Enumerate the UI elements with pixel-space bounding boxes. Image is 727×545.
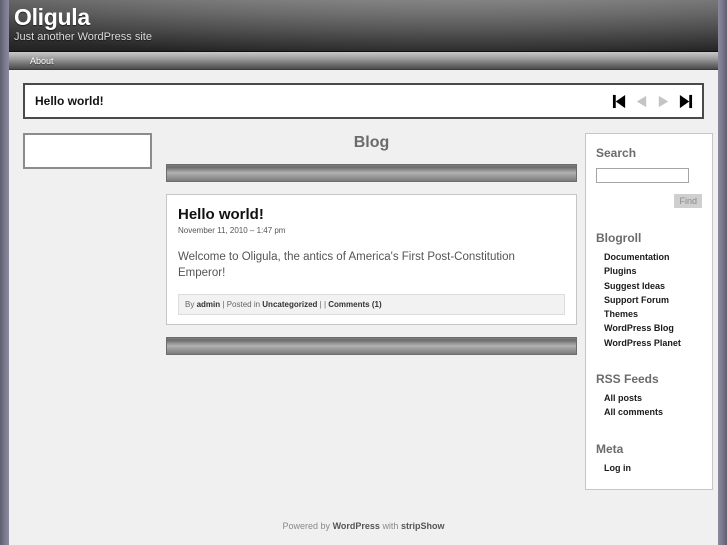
footer-platform-link[interactable]: WordPress [333, 521, 380, 531]
site-description: Just another WordPress site [14, 31, 152, 43]
list-item[interactable]: Log in [604, 461, 702, 475]
post-meta-posted-in-label: Posted in [226, 300, 261, 309]
site-footer: Powered by WordPress with stripShow [9, 513, 718, 545]
widget-title-rss-feeds: RSS Feeds [596, 372, 659, 387]
list-item[interactable]: Support Forum [604, 293, 702, 307]
post-meta-sep-1: | [222, 300, 225, 309]
post-date: November 11, 2010 – 1:47 pm [178, 226, 286, 235]
list-item[interactable]: Themes [604, 307, 702, 321]
left-column [14, 133, 152, 169]
page-root: Oligula Just another WordPress site Abou… [0, 0, 727, 545]
gradient-bar-top [166, 164, 577, 182]
widget-meta: Meta Log in [596, 442, 702, 475]
footer-middle: with [382, 521, 399, 531]
post-meta: By admin | Posted in Uncategorized | | C… [178, 294, 565, 315]
columns: Blog Hello world! November 11, 2010 – 1:… [9, 133, 718, 490]
search-input[interactable] [596, 167, 689, 183]
post-body: Welcome to Oligula, the antics of Americ… [178, 251, 515, 279]
rss-list: All posts All comments [596, 391, 702, 420]
sidebar: Search Find Blogroll Documentation Plugi… [585, 133, 713, 490]
right-column: Search Find Blogroll Documentation Plugi… [585, 133, 713, 490]
site-header: Oligula Just another WordPress site [0, 0, 727, 52]
footer-theme-link[interactable]: stripShow [401, 521, 445, 531]
blogroll-list: Documentation Plugins Suggest Ideas Supp… [596, 250, 702, 350]
post-meta-author[interactable]: admin [197, 300, 221, 309]
post-meta-sep-2: | [319, 300, 322, 309]
post-meta-sep-3: | [323, 300, 327, 309]
list-item[interactable]: Suggest Ideas [604, 279, 702, 293]
first-icon[interactable] [612, 94, 627, 109]
post-meta-by-label: By [185, 300, 195, 309]
widget-title-blogroll: Blogroll [596, 231, 642, 245]
main-navigation: About [0, 52, 727, 70]
next-icon[interactable] [656, 94, 671, 109]
widget-title-search: Search [596, 146, 637, 160]
list-item[interactable]: Plugins [604, 264, 702, 278]
list-item[interactable]: WordPress Planet [604, 336, 702, 350]
search-submit-button[interactable]: Find [674, 194, 702, 208]
content-wrap: Hello world! Blog Hello world! November … [0, 83, 727, 490]
post-meta-category[interactable]: Uncategorized [262, 300, 317, 309]
page-edge-left [0, 0, 9, 545]
stripshow-bar: Hello world! [23, 83, 704, 119]
post-meta-comments[interactable]: Comments (1) [328, 300, 381, 309]
page-title: Blog [353, 134, 390, 151]
gradient-bar-bottom [166, 337, 577, 355]
previous-icon[interactable] [634, 94, 649, 109]
post-article: Hello world! November 11, 2010 – 1:47 pm… [166, 194, 577, 325]
left-empty-widget-box [23, 133, 152, 169]
nav-item-about[interactable]: About [22, 52, 62, 70]
stripshow-current-title: Hello world! [35, 94, 104, 108]
site-title[interactable]: Oligula [14, 4, 727, 30]
widget-search: Search Find [596, 146, 702, 209]
widget-title-meta: Meta [596, 441, 624, 456]
list-item[interactable]: All comments [604, 405, 702, 419]
post-title[interactable]: Hello world! [178, 206, 565, 224]
meta-list: Log in [596, 461, 702, 475]
list-item[interactable]: Documentation [604, 250, 702, 264]
center-column: Blog Hello world! November 11, 2010 – 1:… [152, 133, 585, 355]
last-icon[interactable] [678, 94, 693, 109]
footer-prefix: Powered by [282, 521, 331, 531]
page-edge-right [718, 0, 727, 545]
widget-rss-feeds: RSS Feeds All posts All comments [596, 372, 702, 420]
list-item[interactable]: All posts [604, 391, 702, 405]
stripshow-controls [612, 94, 693, 109]
list-item[interactable]: WordPress Blog [604, 321, 702, 335]
widget-blogroll: Blogroll Documentation Plugins Suggest I… [596, 231, 702, 350]
